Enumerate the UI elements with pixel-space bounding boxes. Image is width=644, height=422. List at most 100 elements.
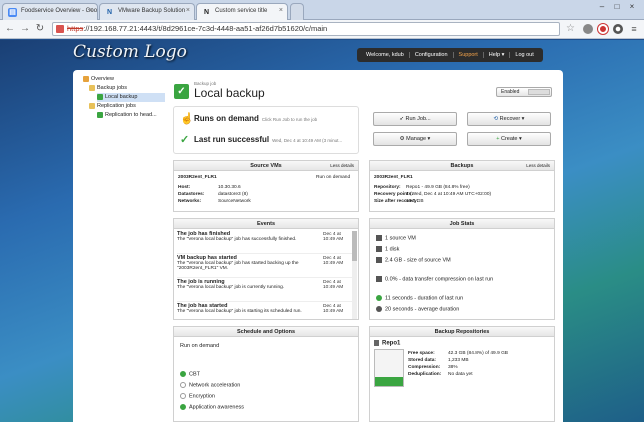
cast-icon[interactable] (613, 24, 623, 34)
repo-stored-row: Stored data: 1,233 MB (408, 358, 469, 363)
stat-average-duration: 20 seconds - average duration (376, 306, 459, 312)
event-item: The job is running The "Verona local back… (177, 279, 355, 302)
nav-configuration[interactable]: Configuration (410, 52, 454, 58)
close-icon[interactable]: × (279, 7, 283, 14)
address-bar[interactable]: https://192.168.77.21:4443/t/8d2961ce-7c… (52, 22, 560, 36)
main-panel: Overview Backup jobs Local backup Replic… (73, 70, 563, 422)
tree-item-backup-jobs[interactable]: Backup jobs (89, 84, 165, 93)
stat-last-duration: 11 seconds - duration of last run (376, 295, 463, 301)
size-after-recovery-row: Size after recovery:10.0 GB (374, 199, 424, 204)
close-icon[interactable]: × (186, 7, 190, 14)
new-tab-button[interactable] (290, 3, 304, 20)
check-icon (180, 371, 186, 377)
backups-title: Backups (450, 163, 474, 169)
schedule-mode: Run on demand (180, 343, 220, 349)
disk-icon (376, 246, 382, 252)
stat-source-vm: 1 source VM (376, 235, 416, 241)
repositories-title: Backup Repositories (370, 327, 554, 337)
clock-icon (376, 306, 382, 312)
event-item: The job has started The "Verona local bac… (177, 303, 355, 319)
stat-size: 2.4 GB - size of source VM (376, 257, 451, 263)
events-scrollbar[interactable] (352, 231, 357, 319)
clock-icon (376, 295, 382, 301)
repo-dedup-row: Deduplication: No data yet (408, 372, 473, 377)
run-job-button[interactable]: ➶ Run Job... (373, 112, 457, 126)
tree-item-replication-head[interactable]: Replication to head... (97, 111, 165, 120)
host-row: Host: 10.30.30.6 (178, 185, 241, 190)
tab-label: VMware Backup Solution (118, 8, 186, 14)
close-icon[interactable]: × (89, 7, 93, 14)
tree-item-overview[interactable]: Overview (83, 75, 165, 84)
custom-logo: Custom Logo (73, 42, 187, 62)
maximize-icon[interactable]: □ (610, 2, 624, 12)
close-window-icon[interactable]: × (625, 2, 639, 12)
disabled-icon (180, 393, 186, 399)
stat-disk: 1 disk (376, 246, 399, 252)
nakivo-icon: N (106, 9, 113, 16)
nav-help[interactable]: Help ▾ (484, 52, 511, 58)
storage-icon (376, 257, 382, 263)
tree-item-local-backup[interactable]: Local backup (97, 93, 165, 102)
tab-label: Foodservice Overview - Goo (21, 8, 98, 14)
disabled-icon (180, 382, 186, 388)
job-status-check-icon: ✓ (174, 84, 189, 99)
tab-label: Custom service title (215, 8, 268, 14)
less-details-link[interactable]: Less details (526, 161, 550, 171)
repo-name[interactable]: Repo1 (374, 340, 400, 347)
networks-row: Networks: SourceNetwork (178, 199, 251, 204)
home-icon (83, 75, 89, 82)
source-vm-action: Run on demand (316, 175, 351, 180)
job-stats-title: Job Stats (370, 219, 554, 229)
browser-tabstrip: ▤ Foodservice Overview - Goo × N VMware … (0, 0, 644, 20)
repositories-box: Backup Repositories Repo1 Free space: 42.… (369, 326, 555, 422)
nakivo-icon: N (203, 9, 210, 16)
option-encryption: Encryption (180, 393, 215, 399)
menu-icon[interactable]: ≡ (628, 23, 640, 35)
source-vms-title: Source VMs (250, 163, 282, 169)
minimize-icon[interactable]: – (595, 2, 609, 12)
forward-icon[interactable]: → (19, 23, 31, 35)
top-navigation: Welcome, kdub Configuration Support Help… (357, 48, 543, 62)
nav-support[interactable]: Support (454, 52, 484, 58)
bookmark-star-icon[interactable]: ☆ (566, 23, 575, 34)
event-item: The job has finished The "Verona local ba… (177, 231, 355, 254)
backup-vm-name[interactable]: 2003R2ent_FLR1 (374, 175, 413, 180)
insecure-lock-icon (56, 25, 64, 33)
job-name: Local backup (194, 86, 265, 100)
repository-row: Repository: Repo1 - 49.9 GB (84.8% free) (374, 185, 470, 190)
repo-compression-row: Compression: 38% (408, 365, 458, 370)
source-vm-name[interactable]: 2003R2ent_FLR1 (178, 175, 217, 180)
datastores-row: Datastores: datastore3 (8) (178, 192, 248, 197)
back-icon[interactable]: ← (4, 23, 16, 35)
less-details-link[interactable]: Less details (330, 161, 354, 171)
source-vms-box: Source VMs Less details 2003R2ent_FLR1 Ru… (173, 160, 359, 212)
browser-tab-1[interactable]: ▤ Foodservice Overview - Goo × (2, 3, 98, 20)
manage-button[interactable]: ⚙ Manage ▾ (373, 132, 457, 146)
toggle-switch[interactable] (528, 89, 550, 95)
folder-icon (89, 84, 95, 91)
job-status-box: ☝ Runs on demand Click Run Job to run the… (173, 106, 359, 154)
option-network-acceleration: Network acceleration (180, 382, 240, 388)
folder-icon (89, 102, 95, 109)
events-title: Events (174, 219, 358, 229)
job-stats-box: Job Stats 1 source VM 1 disk 2.4 GB - si… (369, 218, 555, 320)
extension-icon[interactable] (583, 24, 593, 34)
nav-logout[interactable]: Log out (510, 52, 538, 58)
tree-item-replication-jobs[interactable]: Replication jobs (89, 102, 165, 111)
hand-pointer-icon: ☝ (180, 113, 194, 125)
browser-tab-3[interactable]: N Custom service title × (196, 3, 288, 20)
opera-extension-icon[interactable] (598, 24, 608, 34)
success-check-icon (97, 93, 103, 100)
repo-free-fill (375, 376, 403, 386)
check-icon (180, 404, 186, 410)
enabled-toggle[interactable]: Enabled (496, 87, 552, 97)
schedule-title: Schedule and Options (174, 327, 358, 337)
recover-button[interactable]: ⟲ Recover ▾ (467, 112, 551, 126)
url-scheme: https (67, 24, 84, 33)
reload-icon[interactable]: ↻ (34, 23, 46, 35)
browser-tab-2[interactable]: N VMware Backup Solution × (99, 3, 195, 20)
option-cbt: CBT (180, 371, 200, 377)
nav-welcome[interactable]: Welcome, kdub (361, 52, 410, 58)
create-button[interactable]: + Create ▾ (467, 132, 551, 146)
last-run-row: ✓ Last run successful Wed, Dec 4 at 10:49… (180, 134, 343, 146)
